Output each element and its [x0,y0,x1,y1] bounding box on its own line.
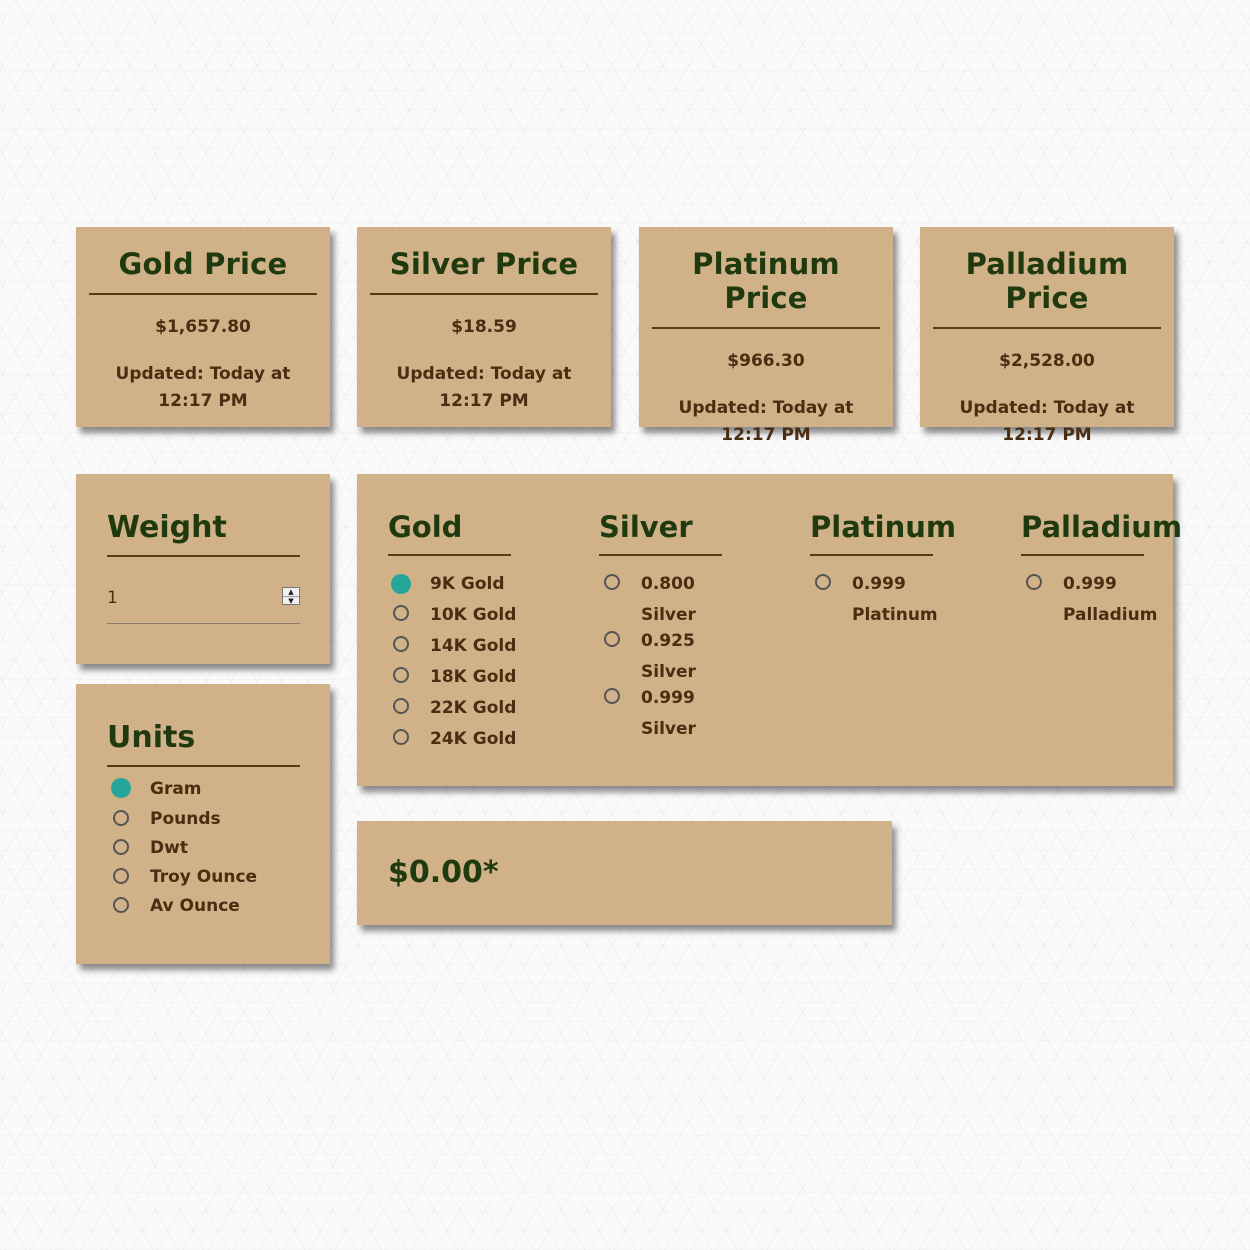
radio-icon[interactable] [604,631,620,647]
total-card: $0.00* [357,821,892,925]
palladium-price-value: $2,528.00 [999,351,1095,371]
gold-label: 24K Gold [430,729,517,749]
silver-price-value: $18.59 [451,317,517,337]
gold-option-10k[interactable]: 10K Gold [393,603,516,634]
spinner-down-icon[interactable]: ▼ [283,597,299,605]
radio-icon[interactable] [113,810,129,826]
unit-label: Troy Ounce [150,867,258,887]
total-value: $0.00* [388,855,499,890]
silver-label: 0.800 [641,574,695,594]
palladium-option-999[interactable]: 0.999 Palladium [1026,572,1157,631]
radio-icon[interactable] [393,729,409,745]
platinum-label: Platinum [852,605,938,625]
silver-label: 0.999 [641,688,695,708]
gold-label: 14K Gold [430,636,517,656]
units-card: Units Gram Pounds Dwt Troy Ounce Av Ounc… [76,684,330,964]
weight-input[interactable]: 1 ▲ ▼ [107,586,300,624]
gold-price-updated: Updated: Today at 12:17 PM [115,364,291,411]
unit-option-dwt[interactable]: Dwt [113,838,257,859]
platinum-price-value: $966.30 [727,351,805,371]
platinum-option-999[interactable]: 0.999 Platinum [815,572,938,631]
radio-icon[interactable] [113,897,129,913]
unit-label: Dwt [150,838,188,858]
silver-price-updated: Updated: Today at 12:17 PM [396,364,572,411]
silver-label: 0.925 [641,631,695,651]
gold-option-18k[interactable]: 18K Gold [393,665,516,696]
units-title: Units [107,720,300,767]
weight-title: Weight [107,510,300,557]
radio-icon[interactable] [604,574,620,590]
gold-label: 18K Gold [430,667,517,687]
gold-price-value: $1,657.80 [155,317,251,337]
radio-icon[interactable] [393,698,409,714]
platinum-price-title: Platinum Price [652,247,880,329]
silver-option-925[interactable]: 0.925 Silver [604,629,724,688]
radio-icon[interactable] [113,868,129,884]
radio-icon[interactable] [113,839,129,855]
radio-icon[interactable] [815,574,831,590]
gold-label: 22K Gold [430,698,517,718]
silver-price-card: Silver Price $18.59 Updated: Today at 12… [357,227,611,427]
gold-label: 9K Gold [430,574,505,594]
platinum-title: Platinum [810,510,956,556]
palladium-price-updated: Updated: Today at 12:17 PM [959,398,1135,445]
silver-option-800[interactable]: 0.800 Silver [604,572,724,631]
metals-card: Gold 9K Gold 10K Gold 14K Gold 18K Gold … [357,474,1182,786]
radio-icon[interactable] [1026,574,1042,590]
gold-option-22k[interactable]: 22K Gold [393,696,516,727]
unit-label: Gram [150,779,202,799]
weight-spinner[interactable]: ▲ ▼ [282,587,300,605]
palladium-price-title: Palladium Price [933,247,1161,329]
unit-label: Pounds [150,809,221,829]
weight-card: Weight 1 ▲ ▼ [76,474,330,664]
silver-price-title: Silver Price [370,247,598,295]
palladium-label: Palladium [1063,605,1158,625]
unit-option-troy-ounce[interactable]: Troy Ounce [113,867,258,888]
gold-title: Gold [388,510,511,556]
unit-label: Av Ounce [150,896,240,916]
radio-checked-icon[interactable] [391,574,411,594]
palladium-title: Palladium [1021,510,1182,556]
gold-option-24k[interactable]: 24K Gold [393,727,516,758]
radio-icon[interactable] [604,688,620,704]
radio-icon[interactable] [393,605,409,621]
silver-label: Silver [641,719,696,739]
platinum-price-card: Platinum Price $966.30 Updated: Today at… [639,227,893,445]
gold-option-9k[interactable]: 9K Gold [391,572,516,603]
unit-option-av-ounce[interactable]: Av Ounce [113,896,257,917]
gold-price-title: Gold Price [89,247,317,295]
silver-option-999[interactable]: 0.999 Silver [604,686,724,745]
palladium-price-card: Palladium Price $2,528.00 Updated: Today… [920,227,1174,445]
platinum-label: 0.999 [852,574,906,594]
unit-option-pounds[interactable]: Pounds [113,809,257,830]
gold-option-14k[interactable]: 14K Gold [393,634,516,665]
radio-checked-icon[interactable] [111,778,131,798]
silver-title: Silver [599,510,722,556]
radio-icon[interactable] [393,636,409,652]
platinum-price-updated: Updated: Today at 12:17 PM [678,398,854,445]
gold-label: 10K Gold [430,605,517,625]
spinner-up-icon[interactable]: ▲ [283,588,299,597]
gold-price-card: Gold Price $1,657.80 Updated: Today at 1… [76,227,330,427]
radio-icon[interactable] [393,667,409,683]
weight-input-value: 1 [107,588,118,608]
unit-option-gram[interactable]: Gram [111,778,257,800]
palladium-label: 0.999 [1063,574,1117,594]
